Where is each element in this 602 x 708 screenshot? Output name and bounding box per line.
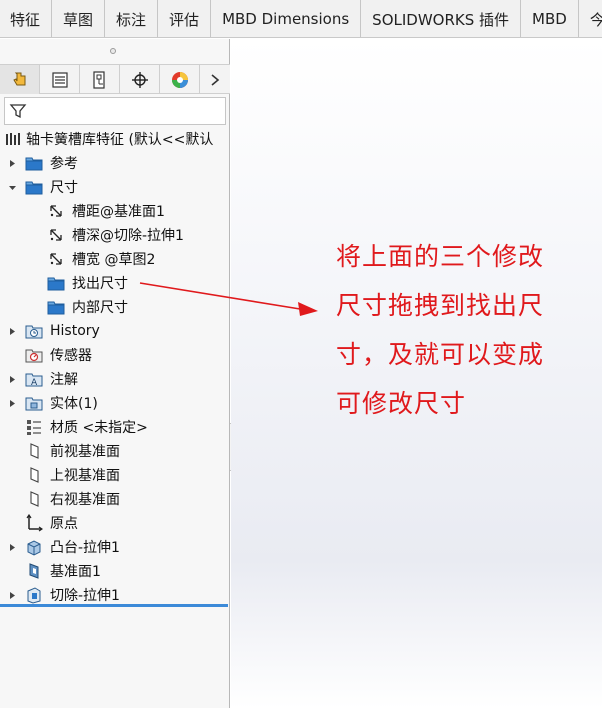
collapsed-caret-icon[interactable] (7, 158, 17, 168)
configuration-manager-icon[interactable] (80, 65, 120, 94)
collapsed-caret-icon[interactable] (7, 398, 17, 408)
history-icon (25, 322, 43, 340)
tree-item-folder[interactable]: 尺寸 (0, 175, 230, 199)
tree-item-label: 切除-拉伸1 (50, 588, 120, 604)
tab-today[interactable]: 今日 (579, 0, 602, 37)
plane1-icon (25, 562, 43, 580)
tree-filter[interactable] (4, 97, 226, 125)
tree-item-label: 尺寸 (50, 180, 78, 196)
tree-item-label: 原点 (50, 516, 78, 532)
extrude-cut-icon (25, 586, 43, 604)
tree-item-folder[interactable]: 参考 (0, 151, 230, 175)
dimension-icon (47, 202, 65, 220)
note-line-2: 尺寸拖拽到找出尺 (336, 291, 545, 320)
extrude-boss-icon (25, 538, 43, 556)
collapsed-caret-icon[interactable] (7, 326, 17, 336)
tree-item-folder[interactable]: 内部尺寸 (0, 295, 230, 319)
tree-item-label: 注解 (50, 372, 78, 388)
tree-item-label: 内部尺寸 (72, 300, 128, 316)
tab-mbd[interactable]: MBD (521, 0, 579, 37)
tree-item-dimension[interactable]: 槽距@基准面1 (0, 199, 230, 223)
part-icon (4, 130, 22, 148)
chevron-right-icon[interactable] (200, 65, 230, 94)
feature-tree: 轴卡簧槽库特征 (默认<<默认 参考尺寸槽距@基准面1 槽深@切除-拉伸1 槽宽 @… (0, 127, 230, 604)
tree-root[interactable]: 轴卡簧槽库特征 (默认<<默认 (0, 127, 230, 151)
tree-item-history[interactable]: History (0, 319, 230, 343)
collapsed-caret-icon[interactable] (7, 542, 17, 552)
tree-item-label: 材质 <未指定> (50, 420, 148, 436)
collapsed-caret-icon[interactable] (7, 590, 17, 600)
tree-rollback-bar[interactable] (0, 604, 228, 607)
folder-icon (25, 154, 43, 172)
tree-item-folder[interactable]: 找出尺寸 (0, 271, 230, 295)
tab-solidworks-addins[interactable]: SOLIDWORKS 插件 (361, 0, 522, 37)
display-manager-icon[interactable] (160, 65, 200, 94)
tree-item-label: 实体(1) (50, 396, 98, 412)
tree-root-label: 轴卡簧槽库特征 (默认<<默认 (26, 132, 214, 148)
dimxpert-icon[interactable] (120, 65, 160, 94)
command-manager-tabs: 特征 草图 标注 评估 MBD Dimensions SOLIDWORKS 插件… (0, 0, 602, 38)
tree-item-plane1[interactable]: 基准面1 (0, 559, 230, 583)
tree-item-plane[interactable]: 上视基准面 (0, 463, 230, 487)
expanded-caret-icon[interactable] (7, 182, 17, 192)
folder-icon (47, 298, 65, 316)
material-icon (25, 418, 43, 436)
tab-features[interactable]: 特征 (0, 0, 53, 37)
solid-body-icon (25, 394, 43, 412)
tree-item-label: 前视基准面 (50, 444, 120, 460)
annotation-icon: A (25, 370, 43, 388)
tree-item-label: 槽距@基准面1 (72, 204, 165, 220)
feature-manager-panel: 轴卡簧槽库特征 (默认<<默认 参考尺寸槽距@基准面1 槽深@切除-拉伸1 槽宽 @… (0, 39, 230, 708)
tree-item-dimension[interactable]: 槽深@切除-拉伸1 (0, 223, 230, 247)
plane-icon (25, 466, 43, 484)
tab-mbd-dimensions[interactable]: MBD Dimensions (211, 0, 362, 37)
sensor-icon (25, 346, 43, 364)
folder-icon (47, 274, 65, 292)
tab-sketch[interactable]: 草图 (52, 0, 106, 37)
tree-item-label: History (50, 323, 100, 339)
dimension-icon (47, 250, 65, 268)
note-line-1: 将上面的三个修改 (336, 242, 545, 271)
tree-item-plane[interactable]: 右视基准面 (0, 487, 230, 511)
tree-item-extrude-boss[interactable]: 凸台-拉伸1 (0, 535, 230, 559)
tree-item-label: 基准面1 (50, 564, 101, 580)
tree-item-label: 右视基准面 (50, 492, 120, 508)
plane-icon (25, 490, 43, 508)
dimension-icon (47, 226, 65, 244)
tree-item-plane[interactable]: 前视基准面 (0, 439, 230, 463)
tree-item-material[interactable]: 材质 <未指定> (0, 415, 230, 439)
tree-item-label: 找出尺寸 (72, 276, 128, 292)
tree-item-origin[interactable]: 原点 (0, 511, 230, 535)
panel-resize-grip[interactable] (110, 48, 116, 54)
tree-item-label: 槽深@切除-拉伸1 (72, 228, 184, 244)
tree-item-solid-body[interactable]: 实体(1) (0, 391, 230, 415)
tree-item-label: 传感器 (50, 348, 92, 364)
manager-tabs (0, 64, 230, 94)
filter-icon[interactable] (9, 102, 27, 120)
origin-icon (25, 514, 43, 532)
svg-text:A: A (31, 378, 38, 387)
note-line-3: 寸，及就可以变成 (336, 340, 545, 369)
note-line-4: 可修改尺寸 (336, 389, 467, 418)
annotation-note: 将上面的三个修改 尺寸拖拽到找出尺 寸，及就可以变成 可修改尺寸 (336, 232, 576, 428)
tree-item-label: 上视基准面 (50, 468, 120, 484)
tree-item-annotation[interactable]: A 注解 (0, 367, 230, 391)
folder-icon (25, 178, 43, 196)
property-manager-icon[interactable] (40, 65, 80, 94)
tree-item-label: 槽宽 @草图2 (72, 252, 156, 268)
plane-icon (25, 442, 43, 460)
tree-item-label: 参考 (50, 156, 78, 172)
tree-item-sensor[interactable]: 传感器 (0, 343, 230, 367)
tab-markup[interactable]: 标注 (105, 0, 159, 37)
tab-evaluate[interactable]: 评估 (158, 0, 212, 37)
tree-item-dimension[interactable]: 槽宽 @草图2 (0, 247, 230, 271)
collapsed-caret-icon[interactable] (7, 374, 17, 384)
feature-manager-icon[interactable] (0, 65, 40, 94)
tree-item-label: 凸台-拉伸1 (50, 540, 120, 556)
